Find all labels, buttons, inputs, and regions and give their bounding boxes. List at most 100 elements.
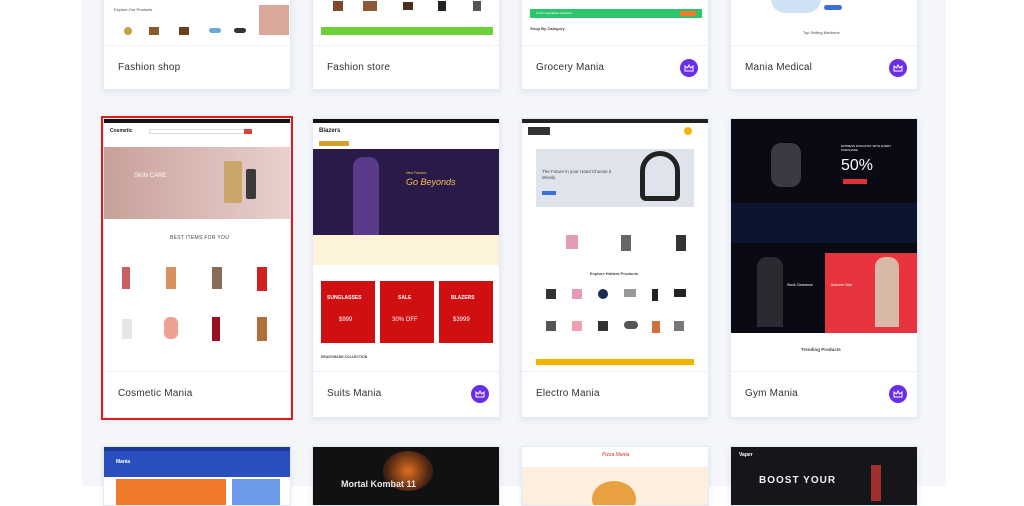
preview-hero-title: SKIN CARE xyxy=(134,173,167,179)
theme-name: Mania Medical xyxy=(745,62,813,73)
preview-hero-model xyxy=(353,157,379,235)
preview-promo-value: $999 xyxy=(339,317,353,323)
preview-product xyxy=(122,319,132,339)
preview-product xyxy=(124,27,132,35)
card-caption: Fashion store xyxy=(313,45,499,89)
preview-product xyxy=(403,2,413,10)
theme-card-grocery-mania[interactable]: Fresh vegetables collection Shop By Cate… xyxy=(521,0,709,90)
preview-section-title: Explore Hottest Products xyxy=(590,271,639,276)
theme-card-row3-2[interactable]: Mortal Kombat 11 xyxy=(312,446,500,506)
preview-product xyxy=(333,1,343,11)
theme-card-fashion-store[interactable]: Fashion store xyxy=(312,0,500,90)
theme-preview: Top Selling Medicine xyxy=(731,0,917,45)
preview-product xyxy=(149,27,159,35)
preview-promo-tile: SALE 30% OFF xyxy=(380,281,434,343)
preview-hero-product xyxy=(224,161,242,203)
preview-product xyxy=(546,321,556,331)
preview-hero xyxy=(116,479,226,505)
preview-logo: Pizza Mania xyxy=(602,452,630,458)
preview-promo-value: 30% OFF xyxy=(392,317,418,323)
theme-preview: Blazers New Fashion Go Beyonds SUNGLASSE… xyxy=(313,119,499,371)
preview-product xyxy=(546,289,556,299)
card-caption: Mania Medical xyxy=(731,45,917,89)
theme-card-mania-medical[interactable]: Top Selling Medicine Mania Medical xyxy=(730,0,918,90)
card-caption: Gym Mania xyxy=(731,371,917,417)
preview-banner-right: Summer Sale xyxy=(825,253,917,333)
preview-product-row xyxy=(536,233,694,263)
theme-card-fashion-shop[interactable]: Explore Our Products Fashion shop xyxy=(103,0,291,90)
preview-product xyxy=(212,267,222,289)
preview-hero: The Future in your Hand Choose it Wisely xyxy=(536,149,694,207)
preview-button xyxy=(542,191,556,195)
preview-hero-subtitle: New Fashion xyxy=(406,171,427,175)
theme-preview: Mania xyxy=(104,447,290,505)
preview-section-title: Explore Our Products xyxy=(114,7,153,12)
preview-topbar xyxy=(313,119,499,123)
theme-card-cosmetic-mania[interactable]: Cosmetic SKIN CARE BEST ITEMS FOR YOU Co… xyxy=(101,116,293,420)
theme-name: Electro Mania xyxy=(536,388,600,399)
theme-preview: Vaper BOOST YOUR xyxy=(731,447,917,505)
preview-section-title: READYMADE COLLECTION xyxy=(321,355,368,359)
preview-product xyxy=(624,321,638,329)
preview-banner xyxy=(536,359,694,365)
preview-hero-title: Go Beyonds xyxy=(406,177,456,187)
preview-hero: SKIN CARE xyxy=(104,147,290,219)
theme-card-row3-4[interactable]: Vaper BOOST YOUR xyxy=(730,446,918,506)
theme-card-row3-1[interactable]: Mania xyxy=(103,446,291,506)
preview-features-strip xyxy=(731,203,917,243)
preview-product xyxy=(652,289,658,301)
theme-card-row3-3[interactable]: Pizza Mania xyxy=(521,446,709,506)
preview-topbar xyxy=(104,119,290,123)
preview-product xyxy=(674,289,686,297)
theme-name: Gym Mania xyxy=(745,388,798,399)
card-caption: Cosmetic Mania xyxy=(104,371,290,417)
theme-name: Cosmetic Mania xyxy=(118,388,193,399)
premium-crown-icon xyxy=(889,59,907,77)
preview-product xyxy=(209,28,221,33)
preview-product xyxy=(572,289,582,299)
preview-banner-title: Summer Sale xyxy=(831,283,853,287)
preview-product xyxy=(566,235,578,249)
preview-athlete xyxy=(757,257,783,327)
preview-features-strip xyxy=(313,235,499,265)
theme-card-gym-mania[interactable]: EXPRESS DISCOUNT WITH EVERY PURCHASE 50%… xyxy=(730,118,918,418)
preview-logo: Vaper xyxy=(739,452,753,458)
preview-product xyxy=(438,1,446,11)
theme-name: Fashion shop xyxy=(118,62,181,73)
preview-hero-product xyxy=(871,465,881,501)
preview-product xyxy=(676,235,686,251)
preview-search xyxy=(149,129,249,134)
preview-hero: EXPRESS DISCOUNT WITH EVERY PURCHASE 50% xyxy=(731,119,917,253)
preview-product xyxy=(363,1,377,11)
card-caption: Suits Mania xyxy=(313,371,499,417)
preview-product xyxy=(621,235,631,251)
preview-promo-tile: SUNGLASSES $999 xyxy=(321,281,375,343)
preview-promo-tile: BLAZERS $3999 xyxy=(439,281,493,343)
preview-section-title: Shop By Category xyxy=(530,26,565,31)
preview-hero-discount: 50% xyxy=(841,157,874,174)
preview-banner: Fresh vegetables collection xyxy=(530,9,702,18)
preview-button xyxy=(843,179,867,184)
preview-hero-title: Mortal Kombat 11 xyxy=(341,479,417,489)
theme-card-suits-mania[interactable]: Blazers New Fashion Go Beyonds SUNGLASSE… xyxy=(312,118,500,418)
preview-category-button xyxy=(319,141,349,146)
preview-hero-title: The Future in your Hand Choose it Wisely xyxy=(542,169,612,180)
preview-product xyxy=(652,321,660,333)
preview-product xyxy=(164,317,178,339)
preview-promo-title: SUNGLASSES xyxy=(327,295,362,301)
theme-preview: Mortal Kombat 11 xyxy=(313,447,499,505)
preview-hero-athlete xyxy=(771,143,801,187)
preview-banner-left: Stock Clearance xyxy=(731,253,825,333)
theme-preview: The Future in your Hand Choose it Wisely… xyxy=(522,119,708,371)
preview-header: Mania xyxy=(104,451,290,477)
preview-promo-title: BLAZERS xyxy=(451,295,475,301)
preview-product xyxy=(179,27,189,35)
theme-card-electro-mania[interactable]: The Future in your Hand Choose it Wisely… xyxy=(521,118,709,418)
preview-product xyxy=(572,321,582,331)
preview-product xyxy=(234,28,246,33)
preview-hero-product xyxy=(246,169,256,199)
preview-product xyxy=(166,267,176,289)
theme-preview xyxy=(313,0,499,45)
preview-banner-text: Fresh vegetables collection xyxy=(536,11,573,15)
preview-image xyxy=(259,5,289,35)
